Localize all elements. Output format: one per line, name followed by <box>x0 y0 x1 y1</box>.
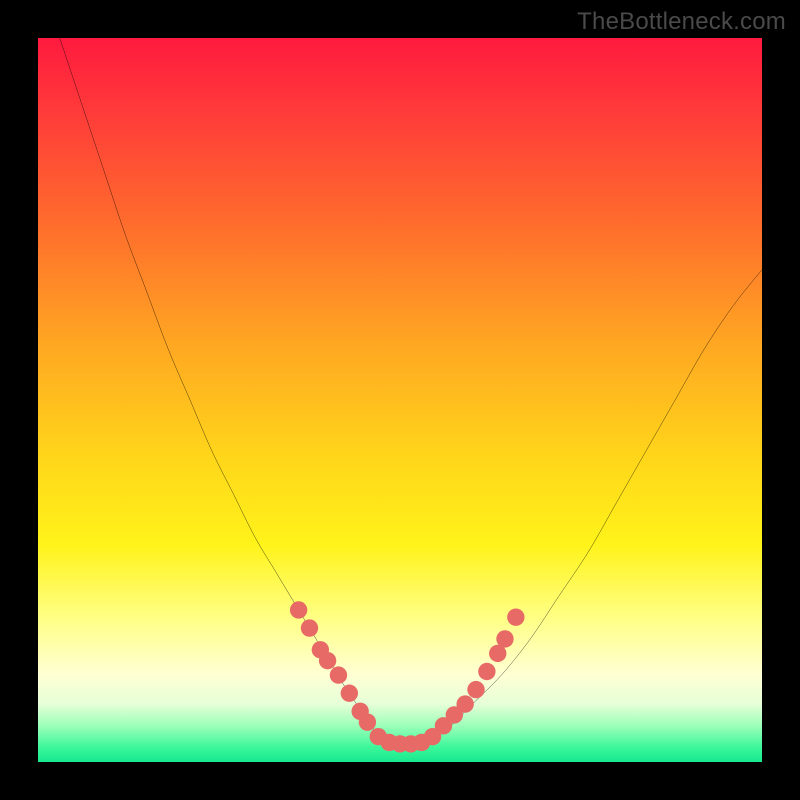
marker-dot <box>456 695 473 712</box>
marker-dot <box>290 601 307 618</box>
marker-dot <box>478 663 495 680</box>
marker-dot <box>341 685 358 702</box>
marker-dot <box>496 630 513 647</box>
frame: TheBottleneck.com <box>0 0 800 800</box>
plot-area <box>38 38 762 762</box>
marker-dot <box>467 681 484 698</box>
watermark-text: TheBottleneck.com <box>577 8 786 36</box>
marker-dot <box>330 666 347 683</box>
marker-dot <box>301 619 318 636</box>
marker-dot <box>507 609 524 626</box>
marker-dot <box>359 713 376 730</box>
curve-path <box>60 38 762 744</box>
marker-dot <box>319 652 336 669</box>
marker-group <box>290 601 525 752</box>
chart-svg <box>38 38 762 762</box>
